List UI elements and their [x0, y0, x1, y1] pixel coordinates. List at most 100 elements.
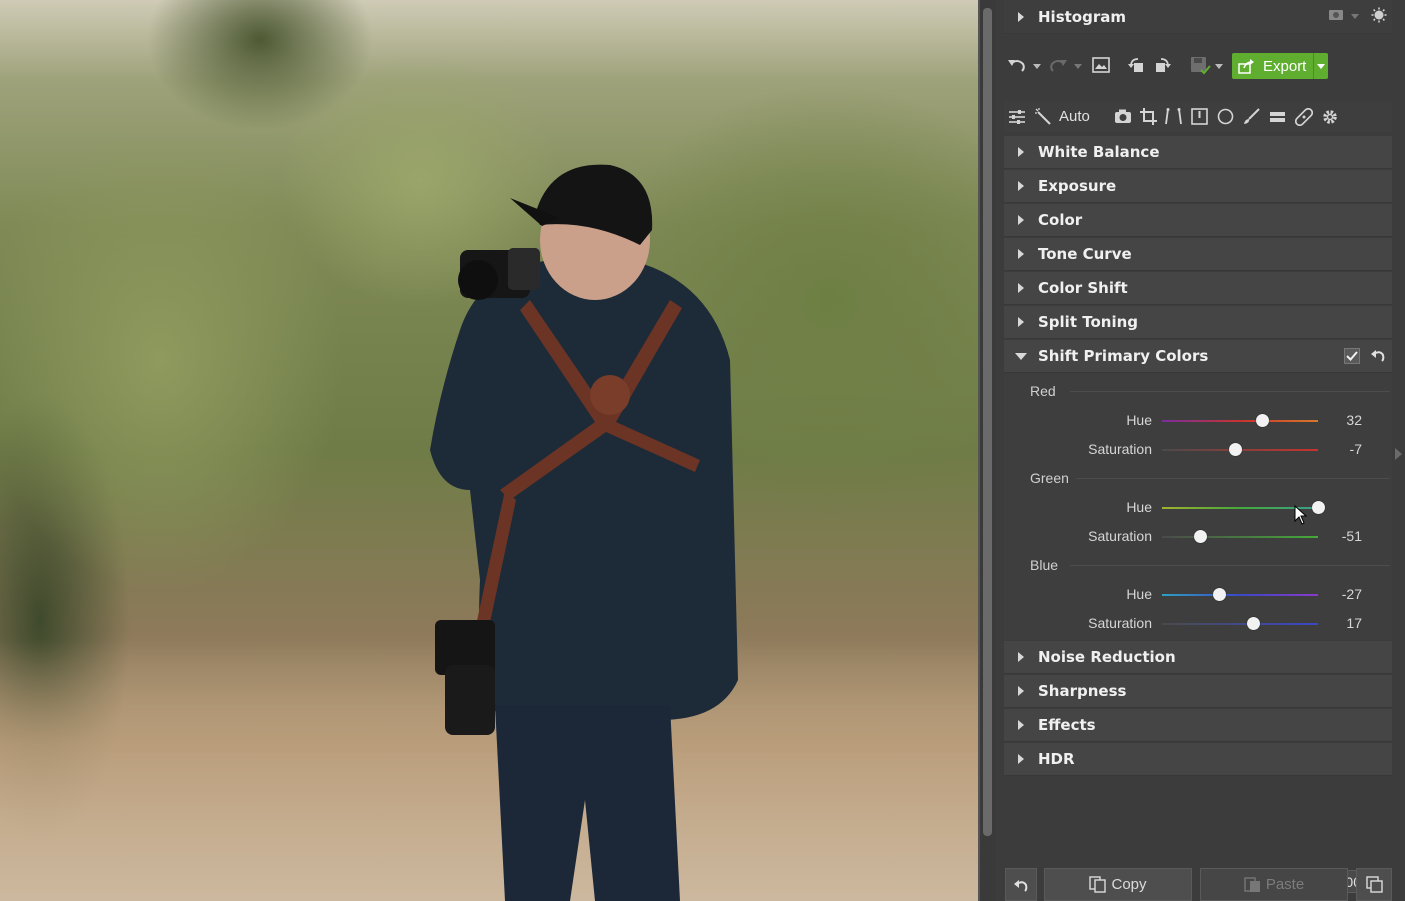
- expand-caret-icon: [1018, 181, 1024, 191]
- expand-caret-icon: [1018, 686, 1024, 696]
- photographer-figure: [430, 164, 738, 901]
- section-label: Noise Reduction: [1038, 648, 1176, 666]
- section-label: Tone Curve: [1038, 245, 1132, 263]
- blue-saturation-value[interactable]: 17: [1322, 615, 1362, 631]
- adjustments-icon[interactable]: [1008, 109, 1026, 125]
- enable-checkbox-icon[interactable]: [1344, 348, 1360, 364]
- paste-button[interactable]: Paste: [1200, 868, 1348, 901]
- expand-caret-icon: [1018, 652, 1024, 662]
- paste-label: Paste: [1265, 876, 1305, 893]
- save-dropdown-icon[interactable]: [1215, 64, 1223, 69]
- develop-panel: Histogram Export Auto White Balance Expo…: [1004, 0, 1392, 901]
- brush-icon[interactable]: [1243, 108, 1260, 125]
- export-share-icon: [1238, 58, 1255, 74]
- section-color-shift[interactable]: Color Shift: [1004, 272, 1392, 305]
- undo-icon[interactable]: [1007, 56, 1027, 74]
- undo-dropdown-icon[interactable]: [1033, 64, 1041, 69]
- red-hue-value[interactable]: 32: [1322, 412, 1362, 428]
- gradient-filter-icon[interactable]: [1191, 108, 1208, 125]
- shift-primary-colors-body: Red Hue 32 Saturation -7 Green Hue 100 Saturatio…: [1004, 374, 1392, 893]
- section-white-balance[interactable]: White Balance: [1004, 136, 1392, 169]
- red-hue-label: Hue: [1126, 412, 1152, 428]
- tool-strip: Auto: [1004, 102, 1392, 132]
- red-saturation-label: Saturation: [1088, 441, 1152, 457]
- copy-button[interactable]: Copy: [1044, 868, 1192, 901]
- reset-arrow-icon[interactable]: [1370, 347, 1386, 363]
- crop-icon[interactable]: [1140, 108, 1157, 125]
- viewer-scrollbar-thumb[interactable]: [983, 8, 992, 836]
- blue-hue-slider[interactable]: [1162, 594, 1318, 596]
- export-dropdown[interactable]: [1313, 53, 1328, 79]
- blue-saturation-slider-handle[interactable]: [1247, 617, 1261, 630]
- redo-icon[interactable]: [1048, 56, 1068, 74]
- histogram-mode-icon[interactable]: [1328, 9, 1344, 21]
- copy-icon: [1089, 876, 1107, 893]
- blue-saturation-slider[interactable]: [1162, 623, 1318, 625]
- red-hue-slider[interactable]: [1162, 420, 1318, 422]
- green-saturation-label: Saturation: [1088, 528, 1152, 544]
- histogram-mode-dropdown-icon[interactable]: [1351, 14, 1359, 19]
- section-label: Effects: [1038, 716, 1096, 734]
- blue-hue-value[interactable]: -27: [1322, 586, 1362, 602]
- duplicate-icon: [1365, 876, 1383, 893]
- panel-collapse-arrow-icon[interactable]: [1395, 448, 1402, 460]
- undo-button[interactable]: [1005, 868, 1037, 901]
- healing-bandage-icon[interactable]: [1295, 108, 1313, 126]
- collapse-caret-icon: [1015, 352, 1027, 360]
- save-icon[interactable]: [1190, 56, 1212, 76]
- section-label: Color: [1038, 211, 1083, 229]
- rotate-left-icon[interactable]: [1128, 56, 1146, 74]
- section-shift-primary-colors[interactable]: Shift Primary Colors: [1004, 340, 1392, 373]
- settings-gear-icon[interactable]: [1321, 108, 1339, 126]
- red-group-label: Red: [1030, 383, 1056, 399]
- red-saturation-value[interactable]: -7: [1322, 441, 1362, 457]
- auto-button[interactable]: Auto: [1059, 108, 1090, 125]
- expand-caret-icon: [1018, 283, 1024, 293]
- section-color[interactable]: Color: [1004, 204, 1392, 237]
- section-label: Shift Primary Colors: [1038, 347, 1209, 365]
- sun-icon[interactable]: [1371, 7, 1387, 23]
- perspective-icon[interactable]: [1165, 108, 1182, 125]
- section-hdr[interactable]: HDR: [1004, 743, 1392, 776]
- expand-caret-icon: [1018, 215, 1024, 225]
- magic-wand-icon[interactable]: [1034, 108, 1052, 126]
- section-label: HDR: [1038, 750, 1075, 768]
- redo-dropdown-icon[interactable]: [1074, 64, 1082, 69]
- eraser-icon[interactable]: [1269, 109, 1286, 124]
- radial-filter-icon[interactable]: [1217, 108, 1234, 125]
- green-saturation-slider-handle[interactable]: [1194, 530, 1208, 543]
- blue-hue-slider-handle[interactable]: [1212, 588, 1226, 601]
- green-saturation-value[interactable]: -51: [1322, 528, 1362, 544]
- green-saturation-slider[interactable]: [1162, 536, 1318, 538]
- blue-group-label: Blue: [1030, 557, 1059, 573]
- paste-icon: [1244, 876, 1261, 893]
- photo-canvas[interactable]: [0, 0, 978, 901]
- copy-label: Copy: [1111, 876, 1147, 893]
- back-arrow-icon: [1013, 877, 1029, 893]
- main-toolbar: [1004, 50, 1392, 82]
- copy-to-all-button[interactable]: [1356, 868, 1392, 901]
- expand-caret-icon: [1018, 147, 1024, 157]
- expand-caret-icon: [1018, 720, 1024, 730]
- section-noise-reduction[interactable]: Noise Reduction: [1004, 641, 1392, 674]
- histogram-section[interactable]: Histogram: [1004, 0, 1392, 34]
- rotate-right-icon[interactable]: [1153, 56, 1171, 74]
- red-saturation-slider-handle[interactable]: [1228, 443, 1242, 456]
- green-hue-slider-handle[interactable]: [1312, 501, 1325, 514]
- section-exposure[interactable]: Exposure: [1004, 170, 1392, 203]
- section-label: Split Toning: [1038, 313, 1138, 331]
- red-hue-slider-handle[interactable]: [1256, 414, 1270, 427]
- section-label: Exposure: [1038, 177, 1117, 195]
- expand-caret-icon: [1018, 249, 1024, 259]
- camera-icon[interactable]: [1114, 109, 1132, 124]
- section-effects[interactable]: Effects: [1004, 709, 1392, 742]
- expand-caret-icon: [1018, 754, 1024, 764]
- section-label: Color Shift: [1038, 279, 1128, 297]
- export-button[interactable]: Export: [1232, 53, 1328, 79]
- section-tone-curve[interactable]: Tone Curve: [1004, 238, 1392, 271]
- image-view-icon[interactable]: [1092, 57, 1110, 73]
- section-label: Sharpness: [1038, 682, 1127, 700]
- section-sharpness[interactable]: Sharpness: [1004, 675, 1392, 708]
- blue-hue-label: Hue: [1126, 586, 1152, 602]
- section-split-toning[interactable]: Split Toning: [1004, 306, 1392, 339]
